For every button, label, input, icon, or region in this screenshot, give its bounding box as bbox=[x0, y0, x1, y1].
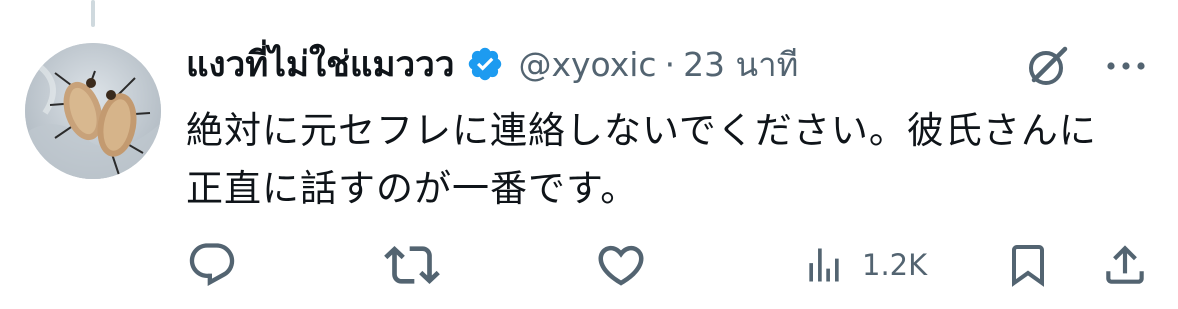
reply-icon bbox=[189, 243, 235, 287]
bookmark-button[interactable] bbox=[1004, 232, 1052, 298]
share-icon bbox=[1106, 245, 1144, 284]
more-icon bbox=[1107, 62, 1145, 70]
verified-badge-icon[interactable] bbox=[466, 45, 504, 83]
retweet-button[interactable] bbox=[384, 232, 440, 298]
thread-connector-line bbox=[91, 0, 95, 27]
tweet-text-line: 正直に話すのが一番です。 bbox=[186, 167, 639, 210]
separator-dot: · bbox=[664, 44, 676, 84]
action-bar: 1.2K bbox=[0, 232, 1178, 298]
reply-button[interactable] bbox=[186, 232, 238, 298]
tweet-text-line: 絶対に元セフレに連絡しないでください。彼氏さんに bbox=[186, 109, 1097, 152]
retweet-icon bbox=[384, 246, 440, 284]
like-button[interactable] bbox=[594, 232, 648, 298]
more-options-button[interactable] bbox=[1098, 46, 1154, 86]
avatar[interactable] bbox=[25, 43, 161, 179]
user-handle[interactable]: @xyoxic bbox=[518, 45, 656, 84]
tweet-text: 絶対に元セフレに連絡しないでください。彼氏さんに 正直に話すのが一番です。 bbox=[186, 102, 1146, 218]
timestamp[interactable]: 23 นาที bbox=[683, 38, 798, 91]
display-name[interactable]: แงวที่ไม่ใช่แมววว bbox=[186, 37, 454, 92]
views-icon bbox=[809, 248, 839, 282]
grok-button[interactable] bbox=[1020, 41, 1076, 91]
grok-icon bbox=[1029, 46, 1068, 85]
views-button[interactable]: 1.2K bbox=[802, 232, 927, 298]
bookmark-icon bbox=[1012, 245, 1044, 287]
avatar-image bbox=[25, 43, 161, 179]
tweet-header: แงวที่ไม่ใช่แมววว @xyoxic · 23 นาที bbox=[186, 40, 798, 88]
heart-icon bbox=[598, 245, 644, 286]
views-count: 1.2K bbox=[862, 248, 928, 282]
share-button[interactable] bbox=[1100, 232, 1150, 298]
